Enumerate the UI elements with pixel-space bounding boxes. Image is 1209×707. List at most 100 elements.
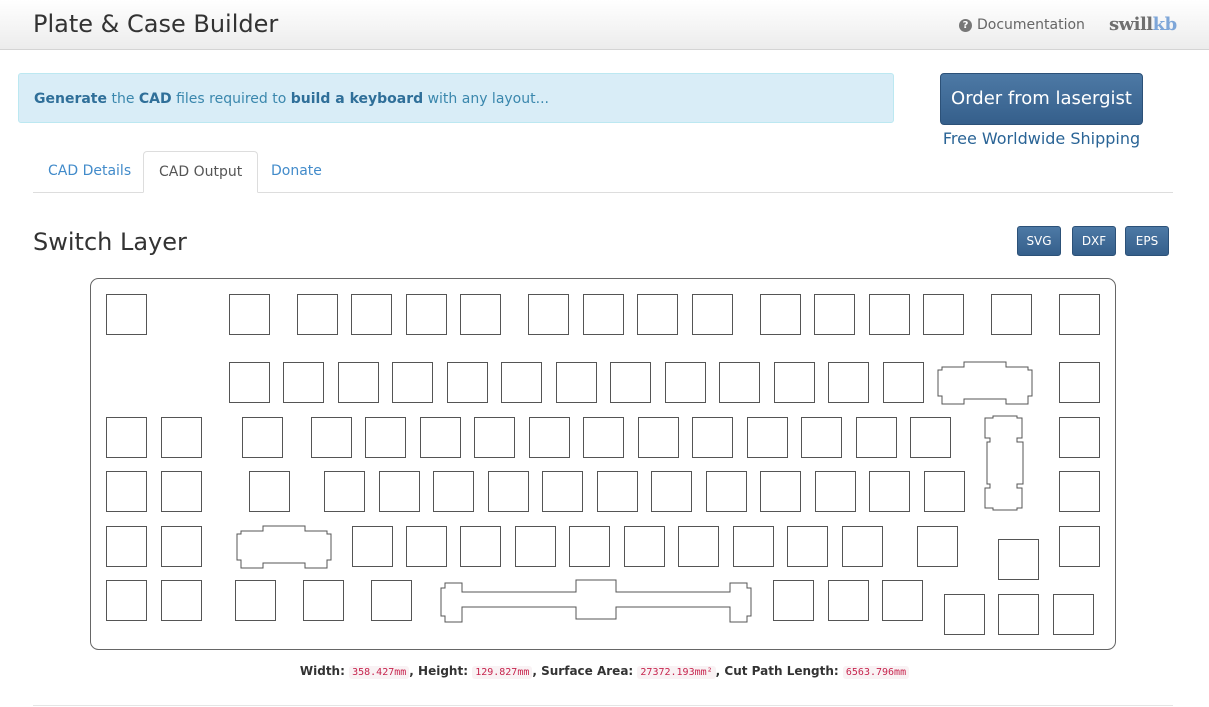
- area-value: 27372.193mm²: [637, 666, 716, 679]
- switch-cutout: [311, 417, 352, 458]
- switch-cutout: [460, 294, 501, 335]
- cut-length-value: 6563.796mm: [842, 666, 910, 679]
- switch-cutout: [1059, 471, 1100, 512]
- switch-cutout: [814, 294, 855, 335]
- switch-cutout: [583, 417, 624, 458]
- switch-cutout: [998, 594, 1039, 635]
- plate-stats: Width: 358.427mm, Height: 129.827mm, Sur…: [0, 664, 1209, 679]
- switch-cutout: [773, 580, 814, 621]
- width-value: 358.427mm: [349, 666, 410, 679]
- switch-cutout: [998, 539, 1039, 580]
- switch-cutout: [1059, 294, 1100, 335]
- switch-cutout: [161, 580, 202, 621]
- switch-cutout: [229, 294, 270, 335]
- switch-cutout: [1053, 594, 1094, 635]
- switch-cutout: [338, 362, 379, 403]
- divider: [33, 705, 1173, 706]
- switch-cutout: [637, 294, 678, 335]
- switch-cutout: [161, 526, 202, 567]
- switch-plate-preview: [90, 278, 1116, 650]
- switch-cutout: [733, 526, 774, 567]
- height-value: 129.827mm: [472, 666, 533, 679]
- switch-cutout: [542, 471, 583, 512]
- switch-cutout: [106, 471, 147, 512]
- switch-cutout: [869, 294, 910, 335]
- switch-cutout: [638, 417, 679, 458]
- switch-cutout: [303, 580, 344, 621]
- switch-cutout: [869, 471, 910, 512]
- switch-cutout: [324, 471, 365, 512]
- switch-cutout: [365, 417, 406, 458]
- switch-cutout: [624, 526, 665, 567]
- switch-cutout: [692, 294, 733, 335]
- switch-cutout: [242, 417, 283, 458]
- stabilizer-cutout: [937, 361, 1033, 405]
- switch-cutout: [651, 471, 692, 512]
- switch-cutout: [229, 362, 270, 403]
- switch-cutout: [706, 471, 747, 512]
- switch-cutout: [944, 594, 985, 635]
- switch-cutout: [392, 362, 433, 403]
- switch-cutout: [1059, 417, 1100, 458]
- stabilizer-cutout: [984, 415, 1024, 511]
- switch-cutout: [917, 526, 958, 567]
- switch-cutout: [610, 362, 651, 403]
- switch-cutout: [787, 526, 828, 567]
- switch-cutout: [828, 362, 869, 403]
- switch-cutout: [842, 526, 883, 567]
- switch-cutout: [161, 417, 202, 458]
- switch-cutout: [297, 294, 338, 335]
- switch-cutout: [747, 417, 788, 458]
- switch-cutout: [249, 471, 290, 512]
- switch-cutout: [678, 526, 719, 567]
- switch-cutouts: [106, 294, 1100, 635]
- switch-cutout: [883, 362, 924, 403]
- switch-cutout: [828, 580, 869, 621]
- switch-cutout: [406, 526, 447, 567]
- stabilizer-cutout: [440, 579, 752, 623]
- switch-cutout: [460, 526, 501, 567]
- switch-cutout: [1059, 526, 1100, 567]
- switch-cutout: [774, 362, 815, 403]
- switch-cutout: [488, 471, 529, 512]
- switch-cutout: [910, 417, 951, 458]
- switch-cutout: [569, 526, 610, 567]
- switch-cutout: [501, 362, 542, 403]
- switch-cutout: [528, 294, 569, 335]
- switch-cutout: [447, 362, 488, 403]
- switch-cutout: [991, 294, 1032, 335]
- switch-cutout: [760, 471, 801, 512]
- switch-cutout: [352, 526, 393, 567]
- switch-cutout: [529, 417, 570, 458]
- switch-cutout: [161, 471, 202, 512]
- switch-cutout: [371, 580, 412, 621]
- switch-cutout: [106, 294, 147, 335]
- stabilizer-cutout: [236, 525, 332, 569]
- switch-cutout: [420, 417, 461, 458]
- switch-cutout: [351, 294, 392, 335]
- switch-cutout: [692, 417, 733, 458]
- switch-cutout: [106, 580, 147, 621]
- switch-cutout: [406, 294, 447, 335]
- switch-cutout: [815, 471, 856, 512]
- switch-cutout: [583, 294, 624, 335]
- switch-cutout: [719, 362, 760, 403]
- switch-cutout: [235, 580, 276, 621]
- switch-cutout: [283, 362, 324, 403]
- switch-cutout: [760, 294, 801, 335]
- switch-cutout: [106, 417, 147, 458]
- switch-cutout: [379, 471, 420, 512]
- switch-cutout: [665, 362, 706, 403]
- switch-cutout: [924, 471, 965, 512]
- switch-cutout: [597, 471, 638, 512]
- switch-cutout: [801, 417, 842, 458]
- switch-cutout: [556, 362, 597, 403]
- switch-cutout: [923, 294, 964, 335]
- switch-cutout: [856, 417, 897, 458]
- switch-cutout: [106, 526, 147, 567]
- switch-cutout: [882, 580, 923, 621]
- switch-cutout: [515, 526, 556, 567]
- switch-cutout: [1059, 362, 1100, 403]
- switch-cutout: [433, 471, 474, 512]
- switch-cutout: [474, 417, 515, 458]
